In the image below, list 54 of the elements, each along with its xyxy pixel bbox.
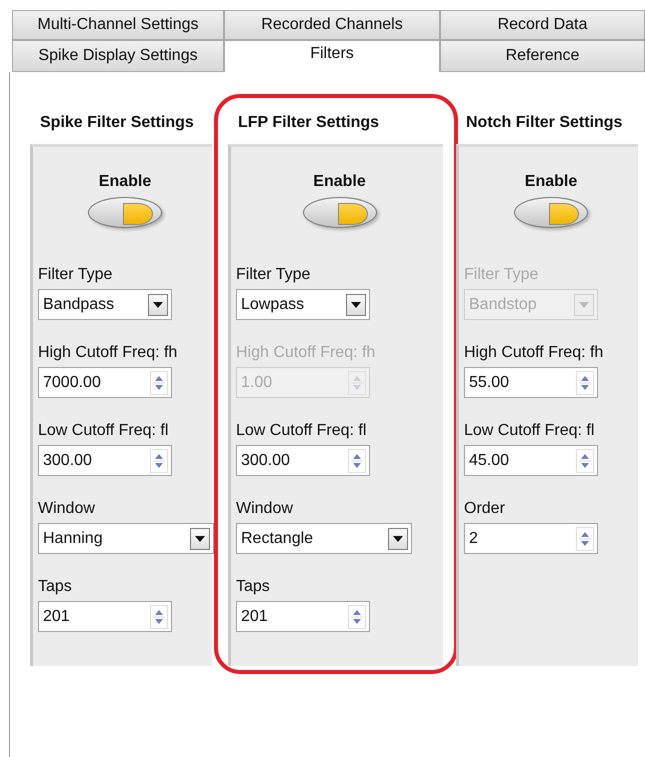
caret-icon — [148, 294, 168, 316]
spinner-field[interactable]: 2 — [464, 523, 598, 554]
caret-icon — [346, 294, 366, 316]
spinner-field[interactable]: 45.00 — [464, 445, 598, 476]
caret-icon — [388, 528, 408, 550]
field-label: High Cutoff Freq: fh — [464, 344, 604, 362]
enable-toggle[interactable] — [88, 197, 162, 228]
spin-arrows-icon[interactable] — [150, 448, 168, 472]
spinner-field[interactable]: 300.00 — [38, 445, 172, 476]
dropdown[interactable]: Lowpass — [236, 289, 370, 320]
field-label: Low Cutoff Freq: fl — [236, 422, 368, 440]
field-label: Low Cutoff Freq: fl — [38, 422, 170, 440]
spinner-field[interactable]: 300.00 — [236, 445, 370, 476]
caret-icon — [574, 294, 594, 316]
field-label: Window — [38, 500, 96, 518]
enable-label: Enable — [98, 173, 152, 191]
spinner-field[interactable]: 55.00 — [464, 367, 598, 398]
enable-label: Enable — [524, 173, 578, 191]
field-label: High Cutoff Freq: fh — [38, 344, 178, 362]
tab[interactable]: Filters — [224, 40, 440, 72]
spinner-field[interactable]: 201 — [38, 601, 172, 632]
section-title: Notch Filter Settings — [466, 114, 624, 133]
field-label: Filter Type — [464, 266, 540, 284]
field-label: Window — [236, 500, 294, 518]
section-title: Spike Filter Settings — [40, 114, 195, 133]
section-title: LFP Filter Settings — [238, 114, 380, 133]
tab[interactable]: Multi-Channel Settings — [12, 10, 224, 40]
spin-arrows-icon[interactable] — [348, 604, 366, 628]
field-label: Taps — [38, 578, 73, 596]
spin-arrows-icon[interactable] — [150, 370, 168, 394]
spin-arrows-icon[interactable] — [150, 604, 168, 628]
tab[interactable]: Reference — [440, 40, 645, 72]
caret-icon — [190, 528, 210, 550]
tab[interactable]: Spike Display Settings — [12, 40, 224, 72]
dropdown[interactable]: Rectangle — [236, 523, 412, 554]
enable-toggle[interactable] — [514, 197, 588, 228]
field-label: Filter Type — [38, 266, 114, 284]
tab[interactable]: Record Data — [440, 10, 645, 40]
tab[interactable]: Recorded Channels — [224, 10, 440, 40]
spin-arrows-icon[interactable] — [576, 526, 594, 550]
field-label: Filter Type — [236, 266, 312, 284]
spinner-field[interactable]: 201 — [236, 601, 370, 632]
dropdown[interactable]: Bandpass — [38, 289, 172, 320]
spin-arrows-icon[interactable] — [576, 370, 594, 394]
dropdown[interactable]: Hanning — [38, 523, 214, 554]
field-label: Low Cutoff Freq: fl — [464, 422, 596, 440]
enable-toggle[interactable] — [302, 197, 376, 228]
enable-label: Enable — [313, 173, 366, 191]
field-label: High Cutoff Freq: fh — [236, 344, 376, 362]
spinner-field[interactable]: 7000.00 — [38, 367, 172, 398]
spin-arrows-icon[interactable] — [348, 448, 366, 472]
field-label: Taps — [236, 578, 271, 596]
spin-arrows-icon[interactable] — [576, 448, 594, 472]
field-label: Order — [464, 500, 506, 518]
